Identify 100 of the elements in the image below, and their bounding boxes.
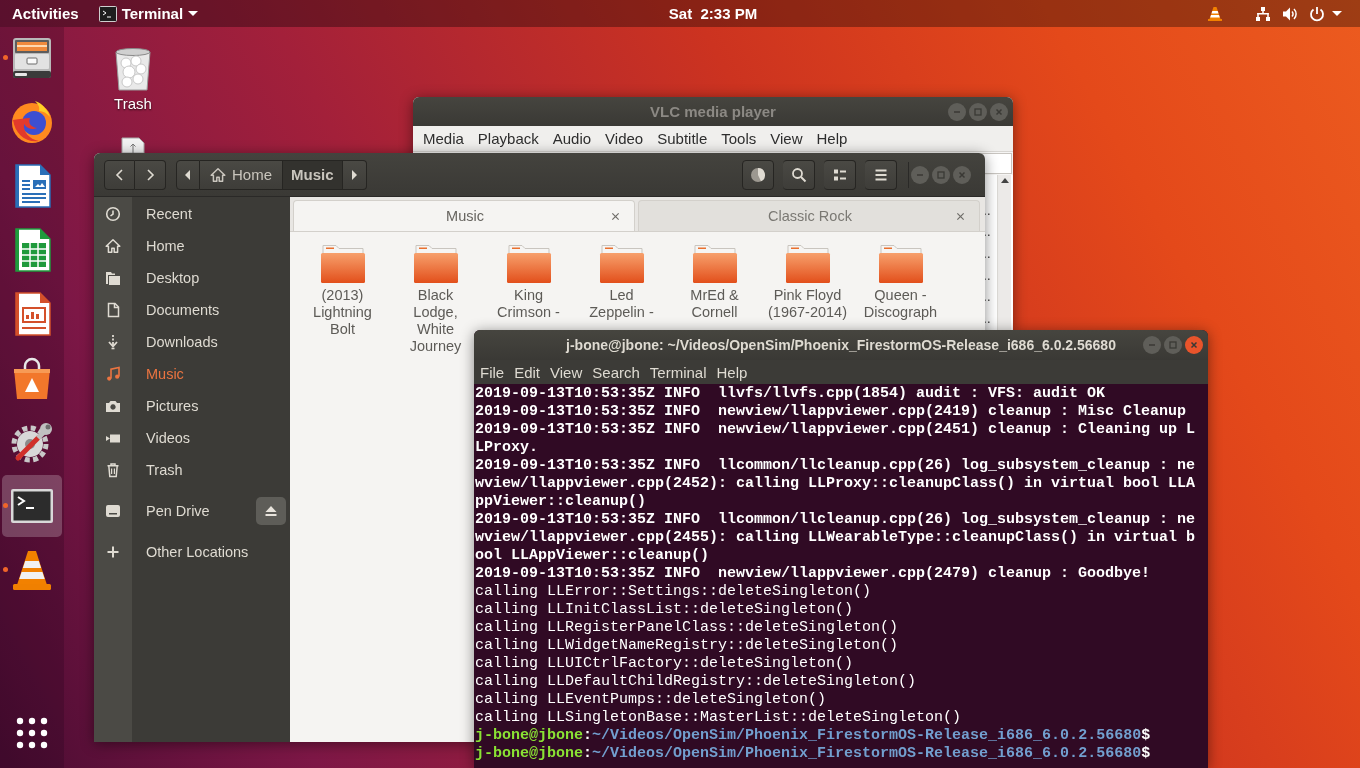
folder-name[interactable]: Black Lodge, White Journey: [395, 287, 476, 355]
caret-right-icon: [349, 168, 360, 181]
window-title: j-bone@jbone: ~/Videos/OpenSim/Phoenix_FirestormOS-Release_i686_6.0.2.56680: [566, 337, 1116, 353]
sidebar-item[interactable]: Recent: [94, 198, 290, 230]
scroll-left-button[interactable]: [176, 159, 200, 190]
sidebar-item[interactable]: Downloads: [94, 326, 290, 358]
menu-item[interactable]: Tools: [714, 130, 764, 147]
menu-item[interactable]: Help: [711, 363, 753, 381]
log-line: 2019-09-13T10:53:35Z INFO newview/llappviewer.cpp(2419) cleanup : Misc Cleanup: [475, 403, 1188, 421]
log-line: calling LLDefaultChildRegistry::deleteSingleton(): [475, 673, 918, 691]
close-icon: [1190, 341, 1198, 349]
sidebar-item[interactable]: Home: [94, 230, 290, 262]
playlist-cell: …: [979, 290, 991, 305]
caret-icon: [1332, 11, 1342, 16]
log-line: calling LLRegisterPanelClass::deleteSingleton(): [475, 619, 900, 637]
tab[interactable]: Music: [293, 200, 635, 231]
breadcrumb-button[interactable]: Music: [283, 159, 343, 190]
menu-item[interactable]: Edit: [509, 363, 546, 381]
folder-name[interactable]: (2013) Lightning Bolt: [302, 287, 383, 338]
folder-name[interactable]: King Crimson -: [488, 287, 569, 321]
caret-icon: [188, 11, 199, 16]
folder-icon[interactable]: [597, 244, 646, 284]
drive-icon: [105, 503, 121, 519]
folder-name[interactable]: MrEd & Cornell: [674, 287, 755, 321]
folder-icon[interactable]: [411, 244, 460, 284]
folder-icon[interactable]: [783, 244, 832, 284]
home-icon: [105, 238, 121, 254]
view-button[interactable]: [824, 159, 856, 190]
sidebar-item[interactable]: Trash: [94, 454, 290, 486]
menu-item[interactable]: Help: [809, 130, 855, 147]
eject-button[interactable]: [256, 497, 286, 525]
menu-item[interactable]: Audio: [545, 130, 599, 147]
sidebar-item[interactable]: Desktop: [94, 262, 290, 294]
maximize-icon: [937, 170, 945, 179]
folders-icon: [105, 270, 121, 286]
scrollbar[interactable]: [997, 175, 1011, 330]
app-menu[interactable]: Terminal: [98, 5, 199, 22]
desktop-icon-label[interactable]: Trash: [114, 95, 152, 112]
menu-button[interactable]: [865, 159, 897, 190]
menu-item[interactable]: Playback: [470, 130, 546, 147]
maximize-icon: [1169, 341, 1177, 349]
system-menu-button[interactable]: [1309, 5, 1342, 22]
clock-icon: [105, 206, 121, 222]
sidebar-item[interactable]: Pen Drive: [94, 495, 256, 527]
log-line: calling LLEventPumps::deleteSingleton(): [475, 691, 828, 709]
search-button[interactable]: [783, 159, 815, 190]
close-icon: [610, 211, 620, 221]
minimize-icon: [1148, 341, 1156, 349]
menu-item[interactable]: Subtitle: [650, 130, 715, 147]
folder-name[interactable]: Led Zeppelin -: [581, 287, 662, 321]
folder-icon[interactable]: [318, 244, 367, 284]
log-line: 2019-09-13T10:53:35Z INFO newview/llappviewer.cpp(2451) cleanup : Cleaning up LLProxy.: [475, 421, 1197, 457]
log-line: 2019-09-13T10:53:35Z INFO llcommon/llcleanup.cpp(26) log_subsystem_cleanup : newview/llappviewer.cpp(2455): calling LLWearableType::cleanupClass() in virtual bool LLAppViewer::cleanup(): [475, 511, 1197, 565]
close-icon: [995, 107, 1003, 116]
shell-prompt: j-bone@jbone:~/Videos/OpenSim/Phoenix_FirestormOS-Release_i686_6.0.2.56680$: [475, 727, 1152, 745]
dock-item[interactable]: [2, 475, 62, 537]
log-line: calling LLError::Settings::deleteSingleton(): [475, 583, 873, 601]
back-button[interactable]: [104, 159, 135, 190]
network-icon[interactable]: [1255, 5, 1271, 22]
menu-item[interactable]: Video: [598, 130, 651, 147]
close-button[interactable]: [1185, 336, 1203, 354]
menu-item[interactable]: File: [475, 363, 510, 381]
clock[interactable]: Sat 2:33 PM: [668, 5, 758, 22]
sidebar-item[interactable]: Documents: [94, 294, 290, 326]
folder-icon[interactable]: [504, 244, 553, 284]
activities-button[interactable]: Activities: [12, 5, 79, 22]
scroll-right-button[interactable]: [342, 159, 367, 190]
maximize-icon: [974, 107, 982, 116]
folder-icon[interactable]: [690, 244, 739, 284]
log-line: 2019-09-13T10:53:35Z INFO llcommon/llcleanup.cpp(26) log_subsystem_cleanup : newview/llappviewer.cpp(2452): calling LLProxy::cleanupClass() in virtual bool LLAppViewer::cleanup(): [475, 457, 1197, 511]
playlist-cell: …: [979, 268, 991, 283]
log-line: 2019-09-13T10:53:35Z INFO llvfs/llvfs.cpp(1854) audit : VFS: audit OK: [475, 385, 1107, 403]
forward-button[interactable]: [135, 159, 166, 190]
folder-name[interactable]: Queen - Discograph: [860, 287, 941, 321]
close-icon: [955, 211, 965, 221]
terminal-icon: [98, 5, 117, 22]
playlist-cell: …: [979, 225, 991, 240]
download-icon: [105, 334, 121, 350]
app-grid-icon: [15, 716, 49, 750]
disk-usage-button[interactable]: [742, 159, 774, 190]
folder-icon[interactable]: [876, 244, 925, 284]
menu-item[interactable]: Terminal: [644, 363, 712, 381]
document-icon: [105, 302, 121, 318]
log-line: calling LLInitClassList::deleteSingleton(): [475, 601, 855, 619]
window-title: VLC media player: [650, 103, 776, 120]
menu-item[interactable]: Media: [416, 130, 471, 147]
volume-icon[interactable]: [1282, 5, 1298, 22]
sidebar-item[interactable]: Other Locations: [94, 536, 290, 568]
traffic-cone-icon[interactable]: [1207, 5, 1223, 22]
sidebar-item[interactable]: Pictures: [94, 390, 290, 422]
playlist-cell: …: [979, 247, 991, 261]
menu-item[interactable]: Search: [587, 363, 645, 381]
folder-name[interactable]: Pink Floyd (1967-2014): [767, 287, 848, 321]
breadcrumb-button[interactable]: Home: [200, 159, 283, 190]
menu-item[interactable]: View: [545, 363, 588, 381]
home-icon: [210, 166, 226, 183]
sidebar-item[interactable]: Music: [94, 358, 290, 390]
sidebar-item[interactable]: Videos: [94, 422, 290, 454]
scroll-up-icon: [1000, 178, 1009, 183]
menu-item[interactable]: View: [763, 130, 810, 147]
